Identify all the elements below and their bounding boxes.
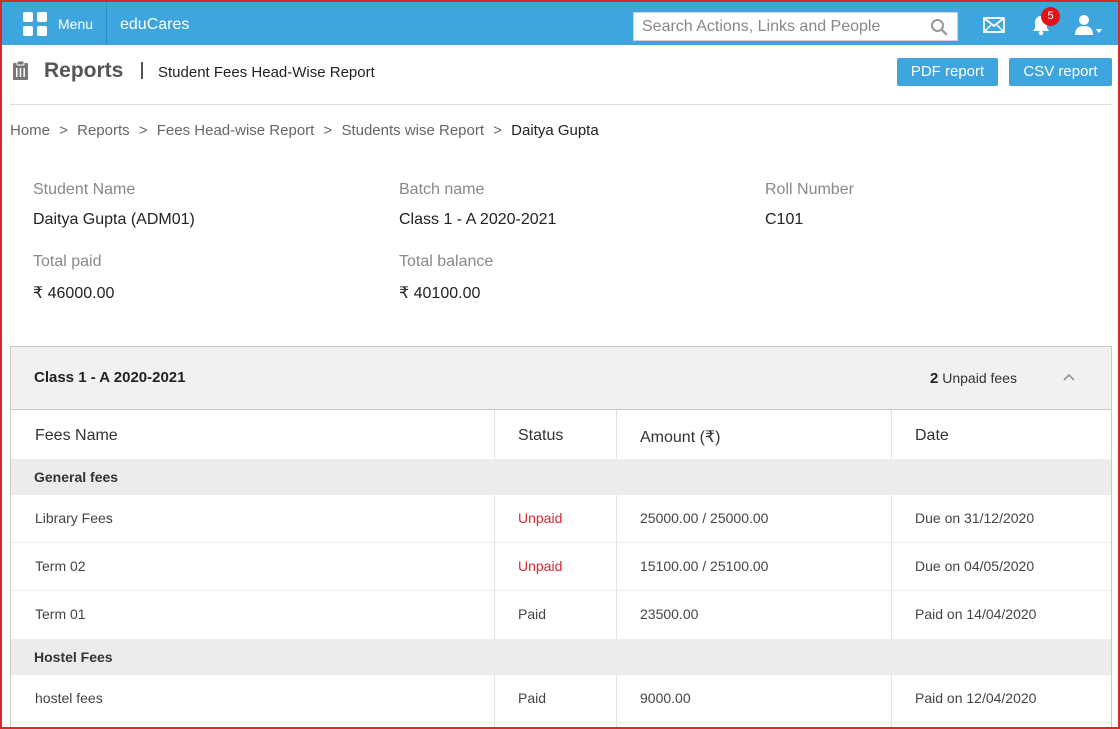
total-paid-value: ₹ 46000.00 bbox=[33, 285, 115, 302]
roll-number-label: Roll Number bbox=[765, 181, 854, 198]
column-header-amount: Amount (₹) bbox=[640, 429, 721, 446]
amount-cell: 9000.00 bbox=[640, 690, 691, 706]
date-cell: Paid on 14/04/2020 bbox=[915, 606, 1037, 622]
chevron-up-icon[interactable] bbox=[1062, 372, 1076, 382]
csv-report-button[interactable]: CSV report bbox=[1009, 58, 1112, 86]
table-row: Library Fees Unpaid 25000.00 / 25000.00 … bbox=[11, 495, 1111, 543]
top-navbar: Menu eduCares bbox=[2, 2, 1118, 45]
breadcrumb-home[interactable]: Home bbox=[10, 122, 50, 139]
unpaid-fees-count: 2 Unpaid fees bbox=[930, 370, 1017, 387]
amount-cell: 25000.00 / 25000.00 bbox=[640, 510, 769, 526]
search-box bbox=[633, 12, 958, 41]
search-input[interactable] bbox=[634, 13, 924, 40]
fee-name-cell: Library Fees bbox=[35, 510, 113, 526]
group-row: Hostel Fees bbox=[11, 639, 1111, 675]
status-cell: Paid bbox=[518, 606, 547, 622]
group-name: General fees bbox=[34, 469, 119, 485]
breadcrumb-reports[interactable]: Reports bbox=[77, 122, 130, 139]
breadcrumb-fees-headwise[interactable]: Fees Head-wise Report bbox=[157, 122, 315, 139]
column-header-date: Date bbox=[915, 427, 949, 444]
column-header-fees-name: Fees Name bbox=[35, 427, 118, 444]
student-name-label: Student Name bbox=[33, 181, 136, 198]
pdf-report-button[interactable]: PDF report bbox=[897, 58, 998, 86]
table-row: Term 01 Paid 23500.00 Paid on 14/04/2020 bbox=[11, 591, 1111, 639]
breadcrumb-separator: > bbox=[59, 122, 68, 139]
group-row: General fees bbox=[11, 459, 1111, 495]
panel-header[interactable]: Class 1 - A 2020-2021 2 Unpaid fees bbox=[11, 347, 1111, 410]
table-row: hostel fees Paid 9000.00 Paid on 12/04/2… bbox=[11, 675, 1111, 723]
fee-name-cell: Term 02 bbox=[35, 558, 86, 574]
unpaid-count-label: Unpaid fees bbox=[942, 370, 1017, 386]
page-subtitle: Student Fees Head-Wise Report bbox=[158, 64, 375, 81]
breadcrumb-students-wise[interactable]: Students wise Report bbox=[341, 122, 484, 139]
header-divider bbox=[10, 104, 1112, 105]
status-cell: Unpaid bbox=[518, 558, 563, 574]
unpaid-count-number: 2 bbox=[930, 370, 939, 387]
breadcrumb-current: Daitya Gupta bbox=[511, 122, 599, 139]
breadcrumb-separator: > bbox=[493, 122, 502, 139]
date-cell: Due on 04/05/2020 bbox=[915, 558, 1035, 574]
user-profile-icon[interactable] bbox=[1074, 14, 1104, 36]
breadcrumb-separator: > bbox=[138, 122, 148, 139]
menu-label: Menu bbox=[58, 15, 94, 32]
menu-button[interactable]: Menu bbox=[12, 2, 107, 45]
status-cell: Paid bbox=[518, 690, 547, 706]
date-cell: Paid on 12/04/2020 bbox=[915, 690, 1037, 706]
amount-cell: 15100.00 / 25100.00 bbox=[640, 558, 769, 574]
clipboard-icon bbox=[13, 60, 28, 80]
fee-name-cell: Term 01 bbox=[35, 606, 86, 622]
student-name-value: Daitya Gupta (ADM01) bbox=[33, 211, 195, 228]
roll-number-value: C101 bbox=[765, 211, 804, 228]
total-paid-label: Total paid bbox=[33, 253, 102, 270]
fee-name-cell: hostel fees bbox=[35, 690, 103, 706]
mail-icon[interactable] bbox=[983, 17, 1005, 33]
total-balance-label: Total balance bbox=[399, 253, 494, 270]
search-icon[interactable] bbox=[930, 18, 948, 36]
total-balance-value: ₹ 40100.00 bbox=[399, 285, 481, 302]
column-header-status: Status bbox=[518, 427, 564, 444]
batch-name-value: Class 1 - A 2020-2021 bbox=[399, 211, 557, 228]
breadcrumb-separator: > bbox=[323, 122, 333, 139]
amount-cell: 23500.00 bbox=[640, 606, 699, 622]
title-divider bbox=[141, 62, 143, 79]
fees-panel: Class 1 - A 2020-2021 2 Unpaid fees Fees… bbox=[10, 346, 1112, 729]
panel-title: Class 1 - A 2020-2021 bbox=[34, 369, 186, 386]
grid-menu-icon bbox=[23, 11, 47, 36]
brand-name[interactable]: eduCares bbox=[120, 2, 189, 45]
notification-badge: 5 bbox=[1041, 7, 1060, 26]
breadcrumb: Home > Reports > Fees Head-wise Report >… bbox=[10, 122, 599, 139]
page-title: Reports bbox=[44, 59, 124, 82]
batch-name-label: Batch name bbox=[399, 181, 485, 198]
date-cell: Due on 31/12/2020 bbox=[915, 510, 1035, 526]
group-name: Hostel Fees bbox=[34, 649, 113, 665]
status-cell: Unpaid bbox=[518, 510, 563, 526]
table-row: Term 02 Unpaid 15100.00 / 25100.00 Due o… bbox=[11, 543, 1111, 591]
